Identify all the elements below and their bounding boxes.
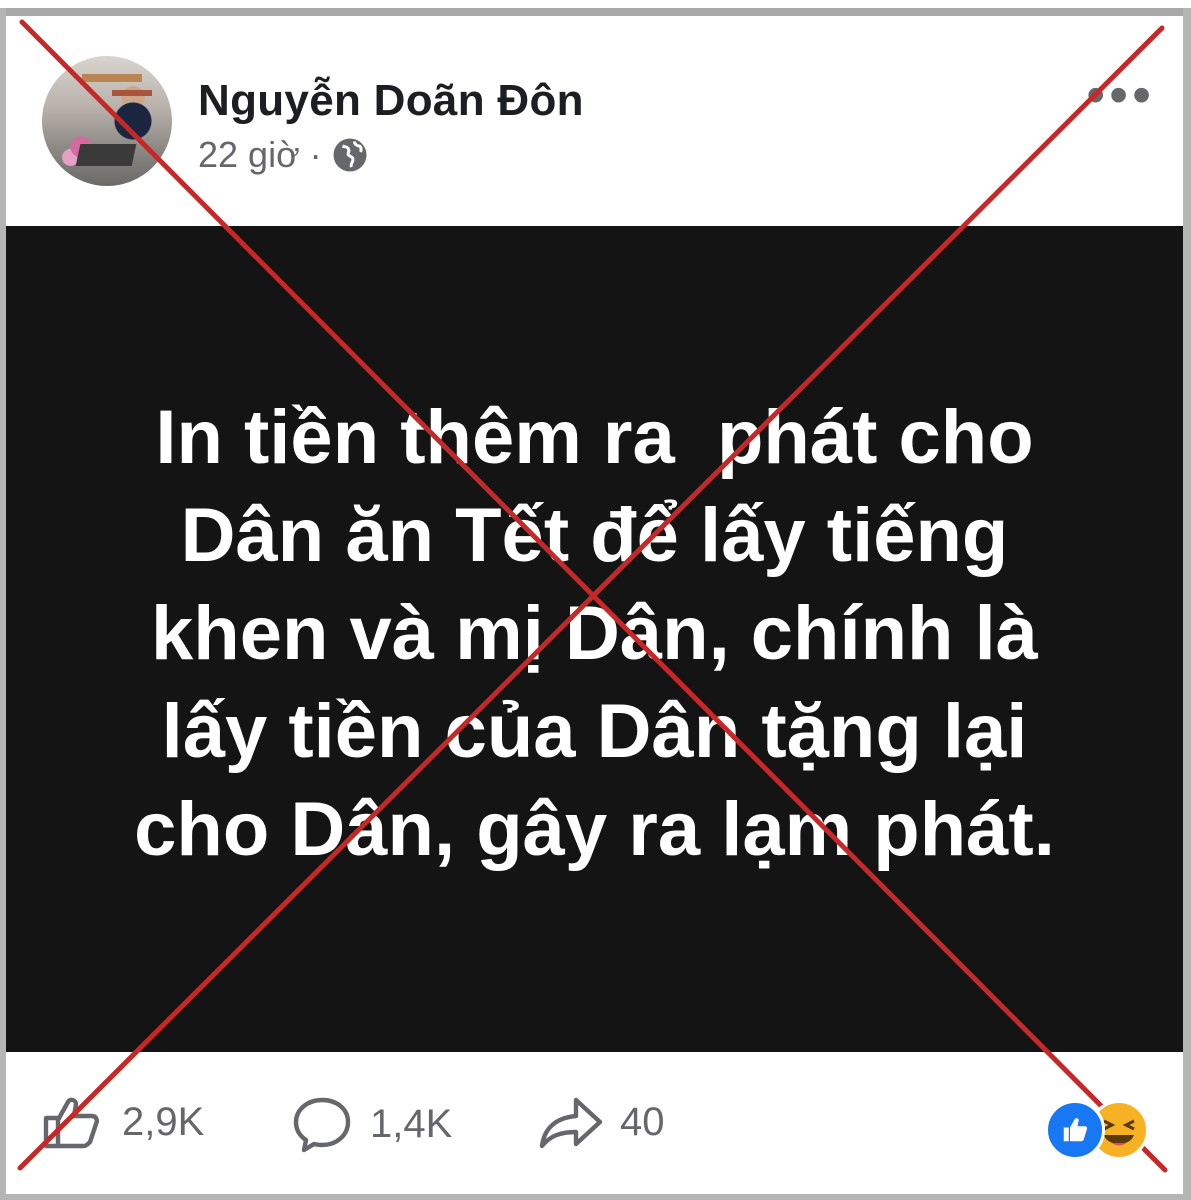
share-arrow-icon [539,1097,603,1149]
image-text-line: khen và mị Dân, chính là [151,591,1038,676]
post-image[interactable]: In tiền thêm ra phát cho Dân ăn Tết để l… [6,226,1183,1052]
post-image-text: In tiền thêm ra phát cho Dân ăn Tết để l… [75,389,1115,879]
comment-button[interactable]: 1,4K [290,1094,452,1154]
like-reaction-icon [1045,1100,1105,1160]
meta-separator: · [309,134,322,175]
author-name[interactable]: Nguyễn Doãn Đôn [198,76,584,126]
comment-icon [293,1097,351,1153]
post-action-bar: 2,9K 1,4K 40 [6,1052,1183,1194]
frame-right-border [1183,8,1191,1200]
screen-top-margin [0,0,1191,8]
image-text-line: Dân ăn Tết để lấy tiếng [180,493,1009,578]
frame-top-border [0,8,1191,16]
share-button[interactable]: 40 [538,1094,665,1150]
avatar-photo-detail [82,74,142,82]
image-text-line: In tiền thêm ra phát cho [155,395,1034,480]
share-count: 40 [620,1099,665,1144]
image-text-line: lấy tiền của Dân tặng lại [161,689,1028,774]
frame-bottom-border [0,1194,1191,1200]
author-avatar[interactable] [42,56,172,186]
globe-icon [333,138,367,172]
comment-count: 1,4K [370,1101,453,1146]
avatar-photo-detail [112,90,152,96]
thumbs-up-icon [43,1097,99,1149]
avatar-photo-detail [75,144,137,166]
post-time[interactable]: 22 giờ [198,134,300,176]
post-meta: 22 giờ · [198,134,368,176]
reaction-summary[interactable] [1039,1098,1149,1160]
more-options-icon[interactable]: ••• [1086,64,1155,126]
image-text-line: cho Dân, gây ra lạm phát. [134,787,1055,872]
facebook-post-card: Nguyễn Doãn Đôn 22 giờ · ••• In tiền thê… [6,16,1183,1194]
like-count: 2,9K [122,1099,205,1144]
like-button[interactable]: 2,9K [42,1094,204,1150]
